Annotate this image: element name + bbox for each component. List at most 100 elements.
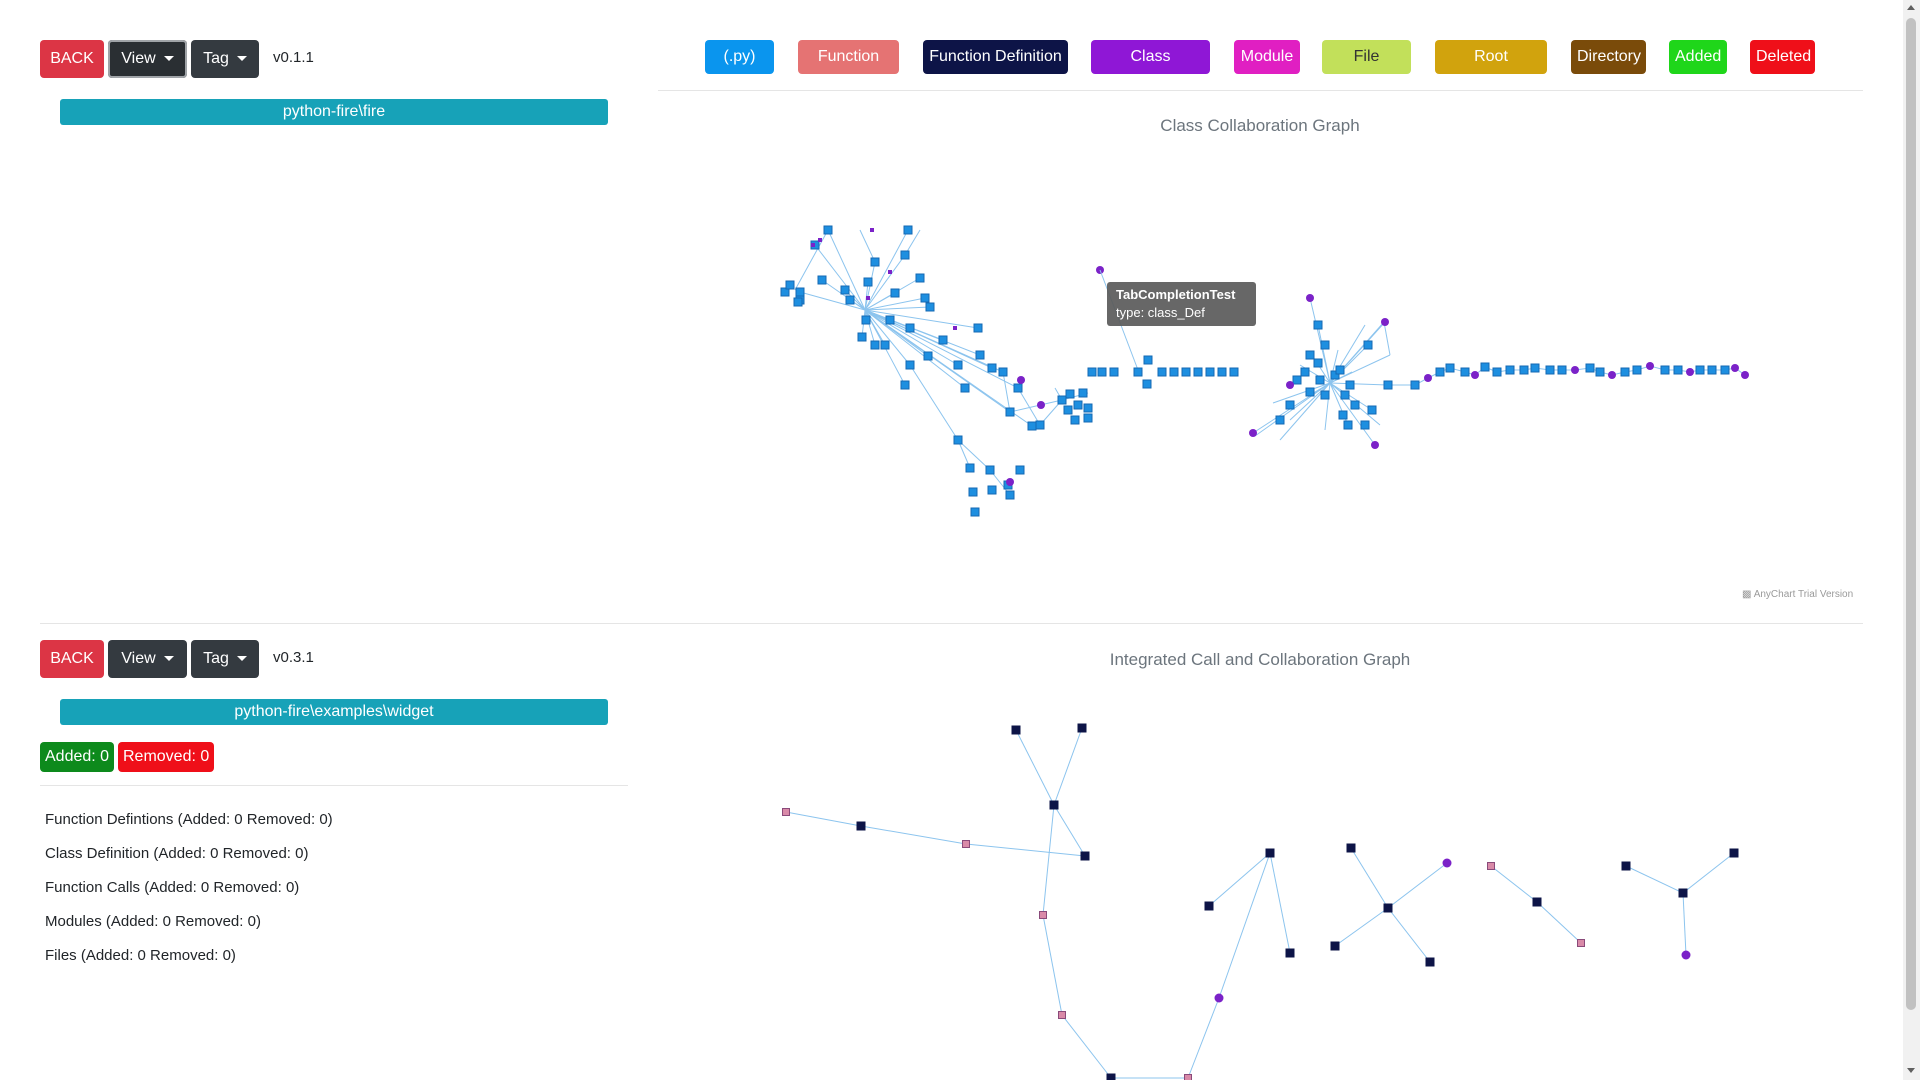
graph-node[interactable] bbox=[823, 225, 833, 235]
graph-node[interactable] bbox=[1229, 367, 1239, 377]
graph-node[interactable] bbox=[1181, 367, 1191, 377]
graph-node[interactable] bbox=[1585, 363, 1595, 373]
graph-node[interactable] bbox=[1087, 367, 1097, 377]
graph-node[interactable] bbox=[953, 326, 957, 330]
graph-node[interactable] bbox=[960, 383, 970, 393]
graph-node[interactable] bbox=[782, 808, 790, 816]
graph-node[interactable] bbox=[938, 335, 948, 345]
graph-node[interactable] bbox=[1065, 389, 1075, 399]
graph-node[interactable] bbox=[1505, 365, 1515, 375]
graph-node[interactable] bbox=[1078, 388, 1088, 398]
graph-node[interactable] bbox=[1217, 367, 1227, 377]
graph-node[interactable] bbox=[1360, 420, 1370, 430]
graph-node[interactable] bbox=[1720, 365, 1730, 375]
graph-node[interactable] bbox=[1083, 403, 1093, 413]
graph-node[interactable] bbox=[953, 435, 963, 445]
graph-node[interactable] bbox=[900, 380, 910, 390]
graph-node[interactable] bbox=[1285, 948, 1295, 958]
graph-node-class[interactable] bbox=[1471, 371, 1479, 379]
graph-node[interactable] bbox=[1343, 420, 1353, 430]
graph-node[interactable] bbox=[1077, 723, 1087, 733]
graph-node[interactable] bbox=[1487, 862, 1495, 870]
graph-node[interactable] bbox=[1673, 365, 1683, 375]
graph-node-class[interactable] bbox=[1741, 371, 1749, 379]
graph-node[interactable] bbox=[1621, 861, 1631, 871]
graph-node[interactable] bbox=[870, 228, 874, 232]
graph-node[interactable] bbox=[987, 485, 997, 495]
graph-node[interactable] bbox=[793, 297, 803, 307]
back-button-bottom[interactable]: BACK bbox=[40, 640, 104, 678]
graph-node[interactable] bbox=[968, 487, 978, 497]
graph-node[interactable] bbox=[900, 250, 910, 260]
graph-node[interactable] bbox=[1678, 888, 1688, 898]
graph-node[interactable] bbox=[1073, 400, 1083, 410]
graph-node-class[interactable] bbox=[1286, 381, 1294, 389]
graph-node[interactable] bbox=[1695, 365, 1705, 375]
graph-node[interactable] bbox=[1460, 367, 1470, 377]
graph-node[interactable] bbox=[1039, 911, 1047, 919]
graph-node[interactable] bbox=[1265, 848, 1275, 858]
graph-node[interactable] bbox=[1133, 367, 1143, 377]
graph-node[interactable] bbox=[953, 360, 963, 370]
graph-node-class[interactable] bbox=[1249, 429, 1257, 437]
graph-node[interactable] bbox=[998, 367, 1008, 377]
graph-node[interactable] bbox=[1632, 365, 1642, 375]
graph-node[interactable] bbox=[1707, 365, 1717, 375]
graph-node[interactable] bbox=[811, 243, 815, 247]
graph-node[interactable] bbox=[903, 225, 913, 235]
graph-node[interactable] bbox=[1313, 358, 1323, 368]
graph-node[interactable] bbox=[1005, 490, 1015, 500]
graph-node-class[interactable] bbox=[1686, 368, 1694, 376]
graph-node[interactable] bbox=[1320, 390, 1330, 400]
graph-node[interactable] bbox=[1530, 363, 1540, 373]
graph-node[interactable] bbox=[840, 285, 850, 295]
graph-node[interactable] bbox=[845, 295, 855, 305]
graph-node[interactable] bbox=[1057, 395, 1067, 405]
graph-node[interactable] bbox=[1557, 365, 1567, 375]
graph-node-class[interactable] bbox=[1306, 294, 1314, 302]
graph-node[interactable] bbox=[1345, 380, 1355, 390]
graph-node[interactable] bbox=[975, 350, 985, 360]
graph-node[interactable] bbox=[1313, 320, 1323, 330]
graph-node[interactable] bbox=[1519, 365, 1529, 375]
graph-node[interactable] bbox=[1367, 405, 1377, 415]
graph-node[interactable] bbox=[1157, 367, 1167, 377]
scrollbar-thumb[interactable] bbox=[1906, 18, 1916, 1010]
graph-node[interactable] bbox=[1275, 415, 1285, 425]
graph-node[interactable] bbox=[857, 332, 867, 342]
graph-node[interactable] bbox=[1035, 420, 1045, 430]
graph-node[interactable] bbox=[1027, 421, 1037, 431]
graph-node[interactable] bbox=[1350, 400, 1360, 410]
scroll-down-icon[interactable] bbox=[1907, 1068, 1915, 1073]
class-collaboration-graph[interactable] bbox=[0, 0, 1920, 1080]
graph-node[interactable] bbox=[888, 270, 892, 274]
graph-node[interactable] bbox=[1285, 400, 1295, 410]
graph-node[interactable] bbox=[1383, 380, 1393, 390]
graph-node[interactable] bbox=[1445, 363, 1455, 373]
graph-node[interactable] bbox=[1435, 367, 1445, 377]
graph-node[interactable] bbox=[1492, 367, 1502, 377]
graph-node[interactable] bbox=[1005, 407, 1015, 417]
graph-node[interactable] bbox=[1620, 367, 1630, 377]
path-bar-bottom[interactable]: python-fire\examples\widget bbox=[60, 699, 608, 725]
graph-node-class[interactable] bbox=[1442, 858, 1452, 868]
graph-node[interactable] bbox=[1660, 365, 1670, 375]
graph-node[interactable] bbox=[1193, 367, 1203, 377]
graph-node[interactable] bbox=[890, 288, 900, 298]
graph-node[interactable] bbox=[965, 463, 975, 473]
graph-node[interactable] bbox=[1346, 843, 1356, 853]
graph-node-class[interactable] bbox=[1646, 362, 1654, 370]
graph-node[interactable] bbox=[1058, 1011, 1066, 1019]
graph-node[interactable] bbox=[1080, 851, 1090, 861]
graph-node[interactable] bbox=[1305, 350, 1315, 360]
graph-node[interactable] bbox=[925, 302, 935, 312]
graph-node-class[interactable] bbox=[1371, 441, 1379, 449]
graph-node-class[interactable] bbox=[1381, 318, 1389, 326]
graph-node[interactable] bbox=[1577, 939, 1585, 947]
graph-node-class[interactable] bbox=[1681, 950, 1691, 960]
graph-node[interactable] bbox=[970, 507, 980, 517]
graph-node[interactable] bbox=[1013, 383, 1023, 393]
graph-node[interactable] bbox=[1595, 367, 1605, 377]
graph-node[interactable] bbox=[915, 273, 925, 283]
graph-node[interactable] bbox=[923, 351, 933, 361]
